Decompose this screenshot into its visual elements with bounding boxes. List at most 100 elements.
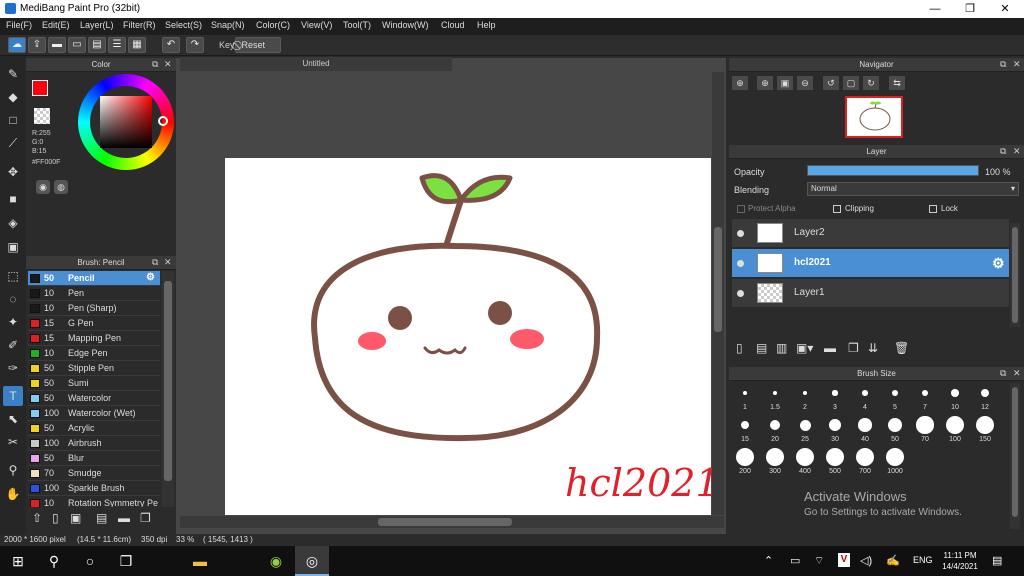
visibility-eye-icon[interactable] [737,230,744,237]
bucket-tool-icon[interactable]: ◈ [3,213,23,233]
menu-layer[interactable]: Layer(L) [80,20,114,30]
layer-scrollbar[interactable] [1010,223,1020,327]
shape-tool-icon[interactable]: □ [3,110,23,130]
reset-button[interactable]: ⃠ Reset [235,37,281,53]
volume-icon[interactable]: ◁) [860,554,872,567]
brush-scrollbar[interactable] [162,271,174,507]
brush-size-option[interactable]: 1.5 [760,383,790,414]
brush-settings-icon[interactable]: ▣ [70,511,81,525]
layer-row-layer1[interactable]: Layer1 [732,279,1009,308]
cortana-icon[interactable]: ○ [80,551,100,571]
search-icon[interactable]: ⚲ [44,551,64,571]
chevron-up-icon[interactable]: ⌃ [764,554,773,567]
rotate-reset-icon[interactable]: ▢ [843,76,859,90]
menu-snap[interactable]: Snap(N) [211,20,245,30]
duplicate-layer-icon[interactable]: ❐ [848,341,859,355]
add-layer-menu-icon[interactable]: ▣▾ [796,341,813,355]
primary-color-swatch[interactable] [32,80,48,96]
select-rect-tool-icon[interactable]: ⬚ [3,266,23,286]
undo-button[interactable]: ↶ [162,37,180,53]
language-indicator[interactable]: ENG [913,555,933,565]
undock-icon[interactable]: ⧉ [152,257,158,268]
fill-rect-tool-icon[interactable]: ■ [3,189,23,209]
brush-list-item[interactable]: 50 Stipple Pen [28,361,160,376]
brush-size-option[interactable]: 20 [760,415,790,446]
folder-icon[interactable]: ▬ [118,511,130,525]
minimize-button[interactable]: — [917,0,953,18]
brush-size-option[interactable]: 2 [790,383,820,414]
lasso-tool-icon[interactable]: ◌ [3,289,23,309]
brush-list-item[interactable]: 50 Watercolor [28,391,160,406]
merge-layer-icon[interactable]: ⇊ [868,341,878,355]
brush-list-item[interactable]: 10 Pen (Sharp) [28,301,160,316]
layer-row-hcl2021[interactable]: hcl2021 ⚙ [732,249,1009,278]
operation-tool-icon[interactable]: ⬉ [3,409,23,429]
brush-size-option[interactable]: 300 [760,447,790,478]
brush-size-option[interactable]: 70 [910,415,940,446]
brush-tool-icon[interactable]: ✎ [3,64,23,84]
new-halftone-layer-icon[interactable]: ▤ [756,341,767,355]
visibility-eye-icon[interactable] [737,290,744,297]
lock-checkbox[interactable] [929,205,937,213]
text-tool-icon[interactable]: T [3,386,23,406]
duplicate-icon[interactable]: ❐ [140,511,151,525]
file-explorer-icon[interactable]: ▬ [190,551,210,571]
brush-size-option[interactable]: 1000 [880,447,910,478]
delete-layer-icon[interactable]: 🗑 [894,341,909,355]
eyedropper-tool-icon[interactable]: ⚲ [3,460,23,480]
close-panel-icon[interactable]: ✕ [1013,368,1021,379]
brush-list-item[interactable]: 100 Watercolor (Wet) [28,406,160,421]
menu-color[interactable]: Color(C) [256,20,290,30]
close-panel-icon[interactable]: ✕ [1013,146,1021,157]
rotate-left-icon[interactable]: ↺ [823,76,839,90]
menu-cloud[interactable]: Cloud [441,20,465,30]
flip-icon[interactable]: ⇆ [889,76,905,90]
undock-icon[interactable]: ⧉ [1000,146,1006,157]
saturation-square[interactable] [100,96,152,148]
gear-icon[interactable]: ⚙ [146,272,155,283]
brush-size-option[interactable]: 150 [970,415,1000,446]
folder-icon[interactable]: ▬ [824,341,836,355]
brush-size-option[interactable]: 200 [730,447,760,478]
brush-list-item[interactable]: 15 Mapping Pen [28,331,160,346]
pen-icon[interactable]: ✍ [886,554,900,567]
windows-start-icon[interactable]: ⊞ [8,551,28,571]
gradient-tool-icon[interactable]: ▣ [3,237,23,257]
brush-size-option[interactable]: 1 [730,383,760,414]
battery-icon[interactable]: ▭ [790,554,800,567]
canvas-h-scrollbar[interactable] [180,516,724,528]
medibang-taskbar-button[interactable]: ◎ [295,546,329,576]
close-button[interactable]: ✕ [987,0,1023,18]
brush-list-item[interactable]: 10 Rotation Symmetry Pe [28,496,160,507]
brush-list-item[interactable]: 100 Airbrush [28,436,160,451]
brush-list-item[interactable]: 50 Pencil ⚙ [28,271,160,286]
brush-size-option[interactable]: 7 [910,383,940,414]
close-panel-icon[interactable]: ✕ [1013,59,1021,70]
undock-icon[interactable]: ⧉ [152,59,158,70]
fit-icon[interactable]: ▣ [777,76,793,90]
menu-select[interactable]: Select(S) [165,20,202,30]
hue-handle[interactable] [158,116,168,126]
app-icon-taskbar[interactable]: ◉ [266,551,286,571]
gear-icon[interactable]: ⚙ [992,255,1005,272]
brush-size-option[interactable]: 10 [940,383,970,414]
notification-icon[interactable]: ▤ [992,554,1002,567]
wifi-icon[interactable]: ⌔ [814,554,824,568]
hue-wheel[interactable] [78,74,174,170]
new-8bit-layer-icon[interactable]: ▥ [776,341,787,355]
chat-icon[interactable]: ▭ [68,37,86,53]
clock[interactable]: 11:11 PM 14/4/2021 [938,550,982,572]
rotate-right-icon[interactable]: ↻ [863,76,879,90]
brush-size-option[interactable]: 100 [940,415,970,446]
brush-size-option[interactable]: 700 [850,447,880,478]
share-icon[interactable]: ⇪ [28,37,46,53]
select-eraser-tool-icon[interactable]: ✑ [3,358,23,378]
navigator-preview[interactable] [845,96,903,138]
redo-button[interactable]: ↷ [186,37,204,53]
brush-list-item[interactable]: 50 Sumi [28,376,160,391]
menu-file[interactable]: File(F) [6,20,32,30]
brush-list-item[interactable]: 10 Pen [28,286,160,301]
brush-size-option[interactable]: 50 [880,415,910,446]
brush-size-option[interactable]: 400 [790,447,820,478]
canvas-v-scrollbar[interactable] [712,72,724,515]
